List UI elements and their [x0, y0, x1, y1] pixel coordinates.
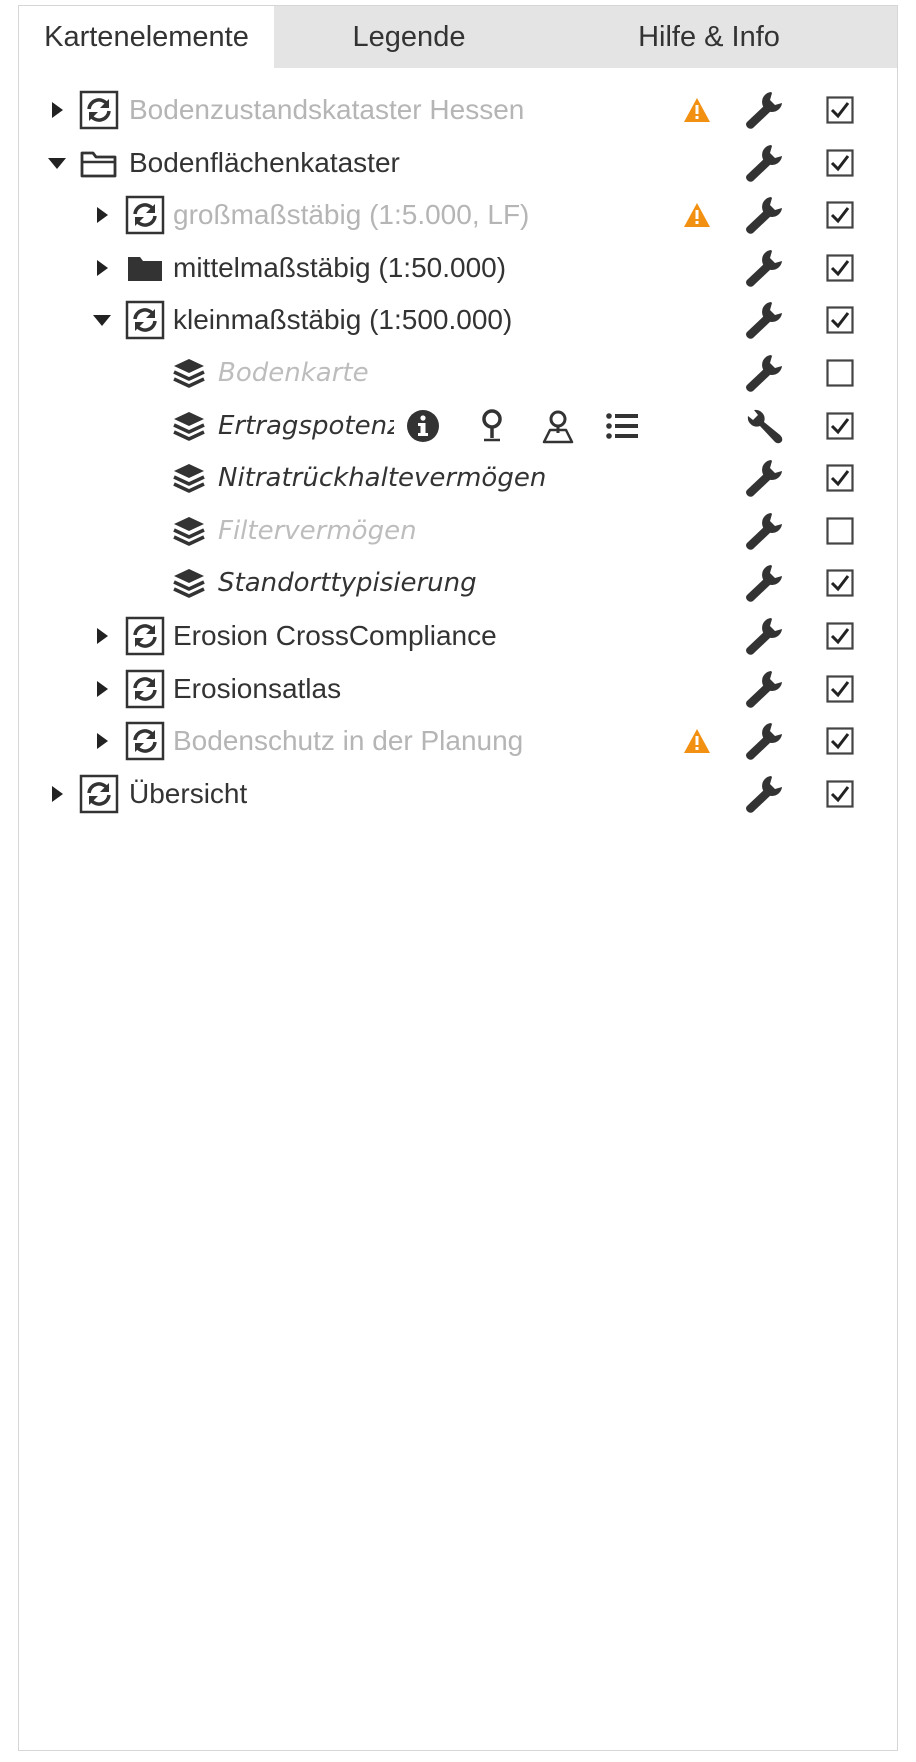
- tree-row[interactable]: Bodenkarte: [19, 344, 897, 402]
- wrench-icon[interactable]: [744, 143, 784, 183]
- refresh-icon: [125, 300, 165, 340]
- tree-row[interactable]: Ertragspotenzial: [19, 397, 897, 455]
- tree-row-label[interactable]: Erosionsatlas: [173, 660, 341, 718]
- layers-icon: [169, 406, 209, 446]
- tab-kartenelemente[interactable]: Kartenelemente: [19, 6, 274, 68]
- checkbox-checked-icon[interactable]: [826, 201, 854, 229]
- wrench-icon[interactable]: [744, 563, 784, 603]
- checkbox-checked-icon[interactable]: [826, 727, 854, 755]
- checkbox-checked-icon[interactable]: [826, 254, 854, 282]
- tree-row[interactable]: Erosionsatlas: [19, 660, 897, 718]
- caret-right-icon[interactable]: [92, 258, 112, 278]
- tree-row-label[interactable]: Übersicht: [129, 765, 247, 823]
- tab-legende[interactable]: Legende: [309, 6, 509, 68]
- map-pin-icon[interactable]: [474, 408, 510, 444]
- wrench-icon[interactable]: [744, 300, 784, 340]
- wrench-icon[interactable]: [744, 616, 784, 656]
- tree-row[interactable]: Nitratrückhaltevermögen: [19, 449, 897, 507]
- tree-row-label[interactable]: Bodenflächenkataster: [129, 134, 400, 192]
- tree-row-label[interactable]: Erosion CrossCompliance: [173, 607, 497, 665]
- layers-icon: [169, 458, 209, 498]
- tree-row[interactable]: Standorttypisierung: [19, 554, 897, 612]
- tree-row-label[interactable]: großmaßstäbig (1:5.000, LF): [173, 186, 529, 244]
- checkbox-checked-icon[interactable]: [826, 306, 854, 334]
- tree-row[interactable]: Übersicht: [19, 765, 897, 823]
- checkbox-checked-icon[interactable]: [826, 780, 854, 808]
- checkbox-empty-icon[interactable]: [826, 517, 854, 545]
- checkbox-checked-icon[interactable]: [826, 464, 854, 492]
- tree-row[interactable]: Bodenschutz in der Planung: [19, 712, 897, 770]
- refresh-icon: [79, 90, 119, 130]
- wrench-icon[interactable]: [744, 353, 784, 393]
- tree-row-label[interactable]: kleinmaßstäbig (1:500.000): [173, 291, 512, 349]
- checkbox-checked-icon[interactable]: [826, 96, 854, 124]
- tree-row[interactable]: Filtervermögen: [19, 502, 897, 560]
- tab-bar: Kartenelemente Legende Hilfe & Info: [19, 6, 897, 68]
- map-zoom-icon[interactable]: [540, 408, 576, 444]
- wrench-icon[interactable]: [744, 458, 784, 498]
- layers-icon: [169, 353, 209, 393]
- wrench-icon[interactable]: [744, 248, 784, 288]
- tree-row-label[interactable]: Nitratrückhaltevermögen: [218, 449, 546, 507]
- refresh-icon: [125, 669, 165, 709]
- caret-right-icon[interactable]: [92, 205, 112, 225]
- tree-row[interactable]: Bodenflächenkataster: [19, 134, 897, 192]
- tree-row-label[interactable]: mittelmaßstäbig (1:50.000): [173, 239, 506, 297]
- tree-row-label[interactable]: Bodenschutz in der Planung: [173, 712, 523, 770]
- checkbox-checked-icon[interactable]: [826, 674, 854, 703]
- tree-row-label[interactable]: Standorttypisierung: [218, 554, 477, 612]
- caret-down-icon[interactable]: [47, 153, 67, 173]
- checkbox-empty-icon[interactable]: [826, 359, 854, 387]
- wrench-icon[interactable]: [744, 669, 784, 709]
- folder-open-icon: [79, 143, 119, 183]
- caret-right-icon[interactable]: [47, 784, 67, 804]
- list-icon[interactable]: [604, 408, 640, 444]
- wrench-icon[interactable]: [744, 774, 784, 814]
- checkbox-checked-icon[interactable]: [826, 622, 854, 650]
- caret-right-icon[interactable]: [92, 679, 112, 699]
- wrench-icon[interactable]: [744, 195, 784, 235]
- wrench-icon[interactable]: [744, 511, 784, 551]
- tree-row-label[interactable]: Filtervermögen: [218, 502, 417, 560]
- tree-row-label[interactable]: Bodenkarte: [218, 344, 369, 402]
- tree-row[interactable]: großmaßstäbig (1:5.000, LF): [19, 186, 897, 244]
- caret-right-icon[interactable]: [92, 626, 112, 646]
- refresh-icon: [79, 774, 119, 814]
- refresh-icon: [125, 616, 165, 656]
- caret-down-icon[interactable]: [92, 310, 112, 330]
- caret-right-icon[interactable]: [92, 731, 112, 751]
- checkbox-checked-icon[interactable]: [826, 569, 854, 597]
- caret-right-icon[interactable]: [47, 100, 67, 120]
- warning-icon: [682, 726, 712, 756]
- info-icon[interactable]: [405, 408, 441, 444]
- map-elements-panel: Kartenelemente Legende Hilfe & Info Bode…: [18, 5, 898, 1751]
- wrench-icon[interactable]: [744, 90, 784, 130]
- warning-icon: [682, 95, 712, 125]
- checkbox-checked-icon[interactable]: [826, 148, 854, 177]
- tree-row[interactable]: Erosion CrossCompliance: [19, 607, 897, 665]
- wrench-icon[interactable]: [744, 721, 784, 761]
- tree-row-label[interactable]: Ertragspotenzial: [218, 397, 394, 455]
- tab-hilfe-info[interactable]: Hilfe & Info: [579, 6, 839, 68]
- tree-row[interactable]: kleinmaßstäbig (1:500.000): [19, 291, 897, 349]
- wrench-icon[interactable]: [744, 406, 784, 446]
- layers-icon: [169, 511, 209, 551]
- layers-icon: [169, 563, 209, 603]
- checkbox-checked-icon[interactable]: [826, 411, 854, 440]
- tree-row[interactable]: Bodenzustandskataster Hessen: [19, 81, 897, 139]
- warning-icon: [682, 200, 712, 230]
- tree-row[interactable]: mittelmaßstäbig (1:50.000): [19, 239, 897, 297]
- refresh-icon: [125, 195, 165, 235]
- folder-icon: [125, 248, 165, 288]
- refresh-icon: [125, 721, 165, 761]
- tree-row-label[interactable]: Bodenzustandskataster Hessen: [129, 81, 524, 139]
